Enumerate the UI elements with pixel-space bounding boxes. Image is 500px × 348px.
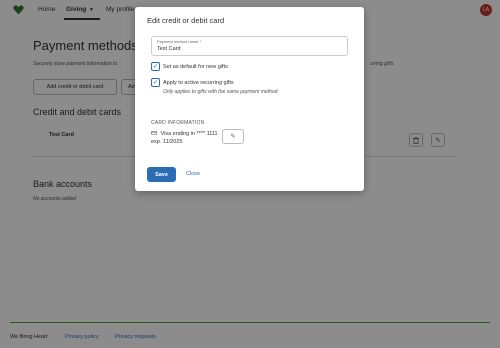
- edit-card-info-button[interactable]: ✎: [222, 129, 244, 144]
- default-checkbox-label[interactable]: Set as default for new gifts: [163, 64, 228, 70]
- check-icon: ✓: [152, 63, 159, 70]
- default-checkbox[interactable]: ✓: [151, 62, 160, 71]
- field-value[interactable]: Test Card: [157, 46, 181, 52]
- card-number-text: Visa ending in **** 1111: [160, 131, 218, 137]
- field-label: Payment method name *: [157, 39, 202, 44]
- pencil-icon: ✎: [230, 134, 236, 140]
- save-button[interactable]: Save: [147, 167, 176, 182]
- credit-card-icon: [151, 131, 157, 135]
- card-description: Visa ending in **** 1111 exp. 11/2025: [151, 130, 218, 146]
- check-icon: ✓: [152, 79, 159, 86]
- recurring-checkbox-label[interactable]: Apply to active recurring gifts: [163, 80, 234, 86]
- recurring-checkbox[interactable]: ✓: [151, 78, 160, 87]
- edit-card-dialog: Edit credit or debit card Payment method…: [135, 7, 364, 191]
- card-info-heading: CARD INFORMATION: [151, 120, 205, 126]
- payment-method-name-field[interactable]: Payment method name * Test Card: [151, 36, 348, 56]
- dialog-title: Edit credit or debit card: [147, 16, 225, 25]
- card-expiry-text: exp. 11/2025: [151, 139, 183, 145]
- recurring-hint: Only applies to gifts with the same paym…: [163, 89, 278, 95]
- close-button[interactable]: Close: [186, 171, 200, 177]
